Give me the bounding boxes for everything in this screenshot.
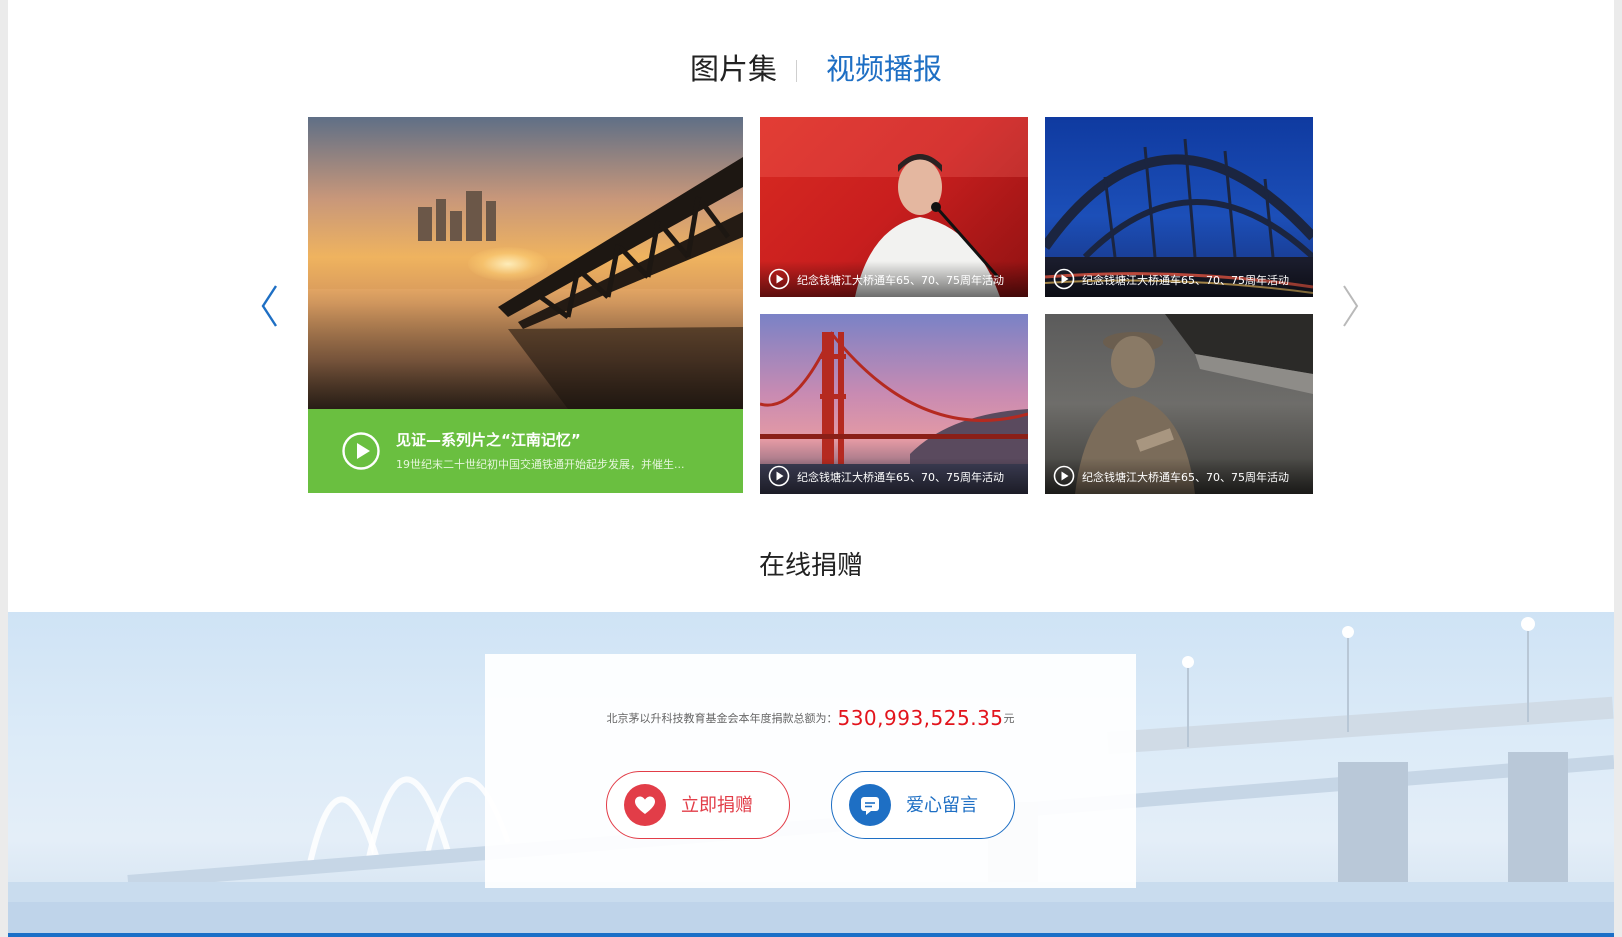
tab-photos[interactable]: 图片集 [690,44,777,94]
donation-card: 北京茅以升科技教育基金会本年度捐款总额为：530,993,525.35元 立即捐… [485,654,1136,888]
tab-divider [796,60,797,82]
video-gallery: 见证—系列片之“江南记忆” 19世纪末二十世纪初中国交通铁通开始起步发展，并催生… [8,117,1614,494]
tile-caption-bar: 纪念钱塘江大桥通车65、70、75周年活动 [1045,261,1313,297]
donation-title: 在线捐赠 [758,551,863,581]
page: 图片集 视频播报 见证—系列片之“江南记忆” 19世纪末二十世纪初中国交通铁通开… [8,0,1614,937]
play-icon [342,432,380,470]
message-icon [849,784,891,826]
tile-caption: 纪念钱塘江大桥通车65、70、75周年活动 [797,274,1004,287]
donation-total-unit: 元 [1003,712,1015,725]
play-icon [1053,268,1075,290]
tile-caption: 纪念钱塘江大桥通车65、70、75周年活动 [797,471,1004,484]
tile-caption: 纪念钱塘江大桥通车65、70、75周年活动 [1082,274,1289,287]
donation-total-label: 北京茅以升科技教育基金会本年度捐款总额为： [606,712,838,725]
donation-total-amount: 530,993,525.35 [837,706,1004,730]
tab-video[interactable]: 视频播报 [826,44,942,94]
tile-caption: 纪念钱塘江大桥通车65、70、75周年活动 [1082,471,1289,484]
play-icon [1053,465,1075,487]
gallery-tabs: 图片集 视频播报 [8,44,1614,94]
feature-video-card[interactable]: 见证—系列片之“江南记忆” 19世纪末二十世纪初中国交通铁通开始起步发展，并催生… [308,117,743,493]
video-tile[interactable]: 纪念钱塘江大桥通车65、70、75周年活动 [760,314,1028,494]
donate-now-label: 立即捐赠 [681,795,753,816]
feature-thumbnail [308,117,743,409]
banner-bottom-line [8,933,1614,937]
heart-icon [624,784,666,826]
feature-caption: 见证—系列片之“江南记忆” 19世纪末二十世纪初中国交通铁通开始起步发展，并催生… [308,409,743,493]
feature-description: 19世纪末二十世纪初中国交通铁通开始起步发展，并催生... [396,458,685,471]
tile-caption-bar: 纪念钱塘江大桥通车65、70、75周年活动 [760,261,1028,297]
feature-title: 见证—系列片之“江南记忆” [396,431,581,449]
leave-message-button[interactable]: 爱心留言 [831,771,1015,839]
donate-now-button[interactable]: 立即捐赠 [606,771,790,839]
tile-caption-bar: 纪念钱塘江大桥通车65、70、75周年活动 [1045,458,1313,494]
leave-message-label: 爱心留言 [906,795,978,816]
play-icon [768,465,790,487]
video-tile[interactable]: 纪念钱塘江大桥通车65、70、75周年活动 [1045,314,1313,494]
tile-caption-bar: 纪念钱塘江大桥通车65、70、75周年活动 [760,458,1028,494]
play-icon [768,268,790,290]
video-tile[interactable]: 纪念钱塘江大桥通车65、70、75周年活动 [1045,117,1313,297]
video-tile[interactable]: 纪念钱塘江大桥通车65、70、75周年活动 [760,117,1028,297]
donation-total: 北京茅以升科技教育基金会本年度捐款总额为：530,993,525.35元 [485,706,1136,730]
